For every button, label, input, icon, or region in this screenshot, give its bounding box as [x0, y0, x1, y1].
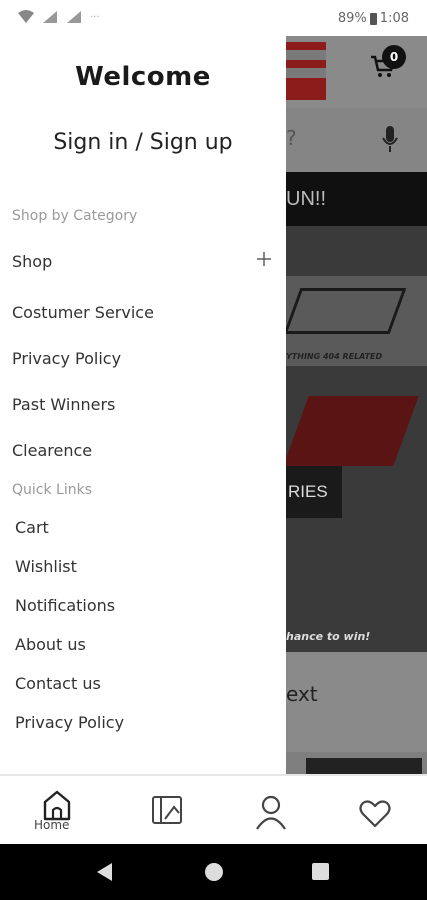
hero-tagline: YTHING 404 RELATED	[286, 352, 383, 361]
search-bar[interactable]: ?	[286, 108, 427, 172]
recent-apps-icon[interactable]	[312, 863, 329, 880]
category-clearence[interactable]: Clearence	[12, 441, 92, 460]
quick-links-heading: Quick Links	[12, 482, 93, 498]
quick-link-privacy-policy[interactable]: Privacy Policy	[15, 713, 124, 732]
app-header: 0	[286, 36, 427, 108]
hero-image[interactable]: YTHING 404 RELATED RIES hance to win!	[286, 226, 427, 652]
quick-link-contact-us[interactable]: Contact us	[15, 674, 101, 693]
status-bar: ··· 89% 1:08	[0, 0, 427, 36]
clock: 1:08	[379, 11, 409, 26]
hero-footer: hance to win!	[286, 630, 371, 643]
more-notifications: ···	[90, 11, 100, 23]
nav-wishlist-button[interactable]	[350, 788, 400, 838]
quick-link-wishlist[interactable]: Wishlist	[15, 557, 77, 576]
heart-icon	[359, 800, 391, 828]
background-app: 0 ? UN!! YTHING 404 RELATED RIES hance t…	[286, 36, 427, 774]
quick-link-notifications[interactable]: Notifications	[15, 596, 115, 615]
category-costumer-service[interactable]: Costumer Service	[12, 303, 154, 322]
nav-account-button[interactable]	[246, 788, 296, 838]
app-logo	[286, 42, 326, 100]
category-shop[interactable]: Shop	[12, 252, 52, 271]
promo-banner: UN!!	[286, 172, 427, 226]
navigation-drawer: Welcome Sign in / Sign up Shop by Catego…	[0, 36, 286, 774]
quick-link-about-us[interactable]: About us	[15, 635, 86, 654]
search-hint: ?	[286, 126, 297, 150]
person-icon	[256, 795, 286, 830]
cart-count-badge: 0	[382, 45, 406, 69]
category-past-winners[interactable]: Past Winners	[12, 395, 115, 414]
welcome-title: Welcome	[75, 62, 211, 92]
quick-link-cart[interactable]: Cart	[15, 518, 49, 537]
bottom-strip	[286, 756, 427, 774]
nav-catalog-button[interactable]	[143, 788, 193, 838]
signal-icon-2	[67, 11, 81, 23]
catalog-icon	[152, 796, 182, 824]
back-icon[interactable]	[97, 863, 112, 881]
hero-category-button[interactable]: RIES	[286, 466, 342, 518]
mic-icon[interactable]	[382, 124, 398, 154]
bottom-navigation: Home	[0, 776, 427, 844]
nav-home-label: Home	[34, 818, 70, 832]
shop-by-category-heading: Shop by Category	[12, 208, 138, 224]
home-icon	[43, 790, 71, 821]
system-navigation-bar	[0, 844, 427, 900]
battery-percent: 89%	[337, 11, 367, 26]
battery-icon	[369, 12, 377, 25]
category-privacy-policy[interactable]: Privacy Policy	[12, 349, 121, 368]
signal-icon	[43, 11, 57, 23]
plus-icon[interactable]	[257, 252, 271, 266]
home-system-icon[interactable]	[205, 863, 223, 881]
wifi-icon	[18, 10, 34, 23]
next-section: ext	[286, 652, 427, 752]
signin-signup-link[interactable]: Sign in / Sign up	[0, 130, 286, 155]
